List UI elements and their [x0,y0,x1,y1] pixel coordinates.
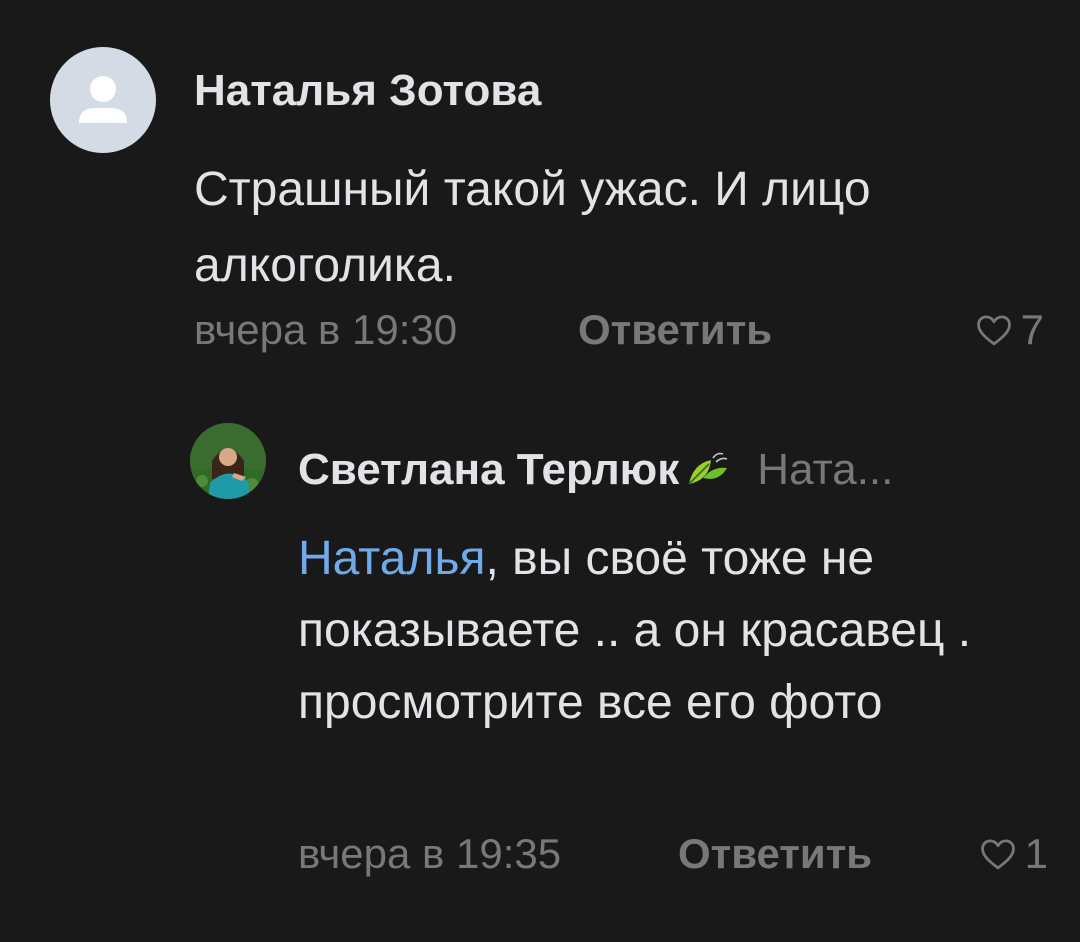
like-count: 7 [1020,306,1044,353]
leaf-icon [683,450,731,490]
comment-meta: вчера в 19:30 Ответить 7 [194,306,1044,356]
reply-text: Наталья, вы своё тоже не показываете .. … [298,523,1018,739]
heart-outline-icon [976,315,1011,346]
reply-button[interactable]: Ответить [578,306,772,354]
like-count: 1 [1024,830,1048,877]
avatar[interactable] [50,47,156,153]
avatar[interactable] [190,423,266,499]
avatar-photo [190,423,266,499]
reply-time: вчера в 19:35 [298,830,562,877]
mention-link[interactable]: Наталья [298,532,485,585]
comment-author[interactable]: Наталья Зотова [194,66,541,116]
reply-comment: Светлана Терлюк Ната... Наталья, вы своё… [0,400,1080,942]
like-button[interactable]: 7 [975,306,1044,354]
comment-time: вчера в 19:30 [194,306,458,353]
reply-author[interactable]: Светлана Терлюк [298,445,679,495]
reply-meta: вчера в 19:35 Ответить 1 [298,830,1048,880]
comment-text: Страшный такой ужас. И лицо алкоголика. [194,163,871,292]
reply-to-name[interactable]: Ната... [757,445,893,495]
reply-button[interactable]: Ответить [678,830,872,878]
like-button[interactable]: 1 [979,830,1048,878]
comment: Наталья Зотова Страшный такой ужас. И ли… [0,0,1080,400]
reply-header: Светлана Терлюк Ната... [298,442,893,498]
user-silhouette-icon [79,76,127,123]
heart-outline-icon [980,839,1015,870]
